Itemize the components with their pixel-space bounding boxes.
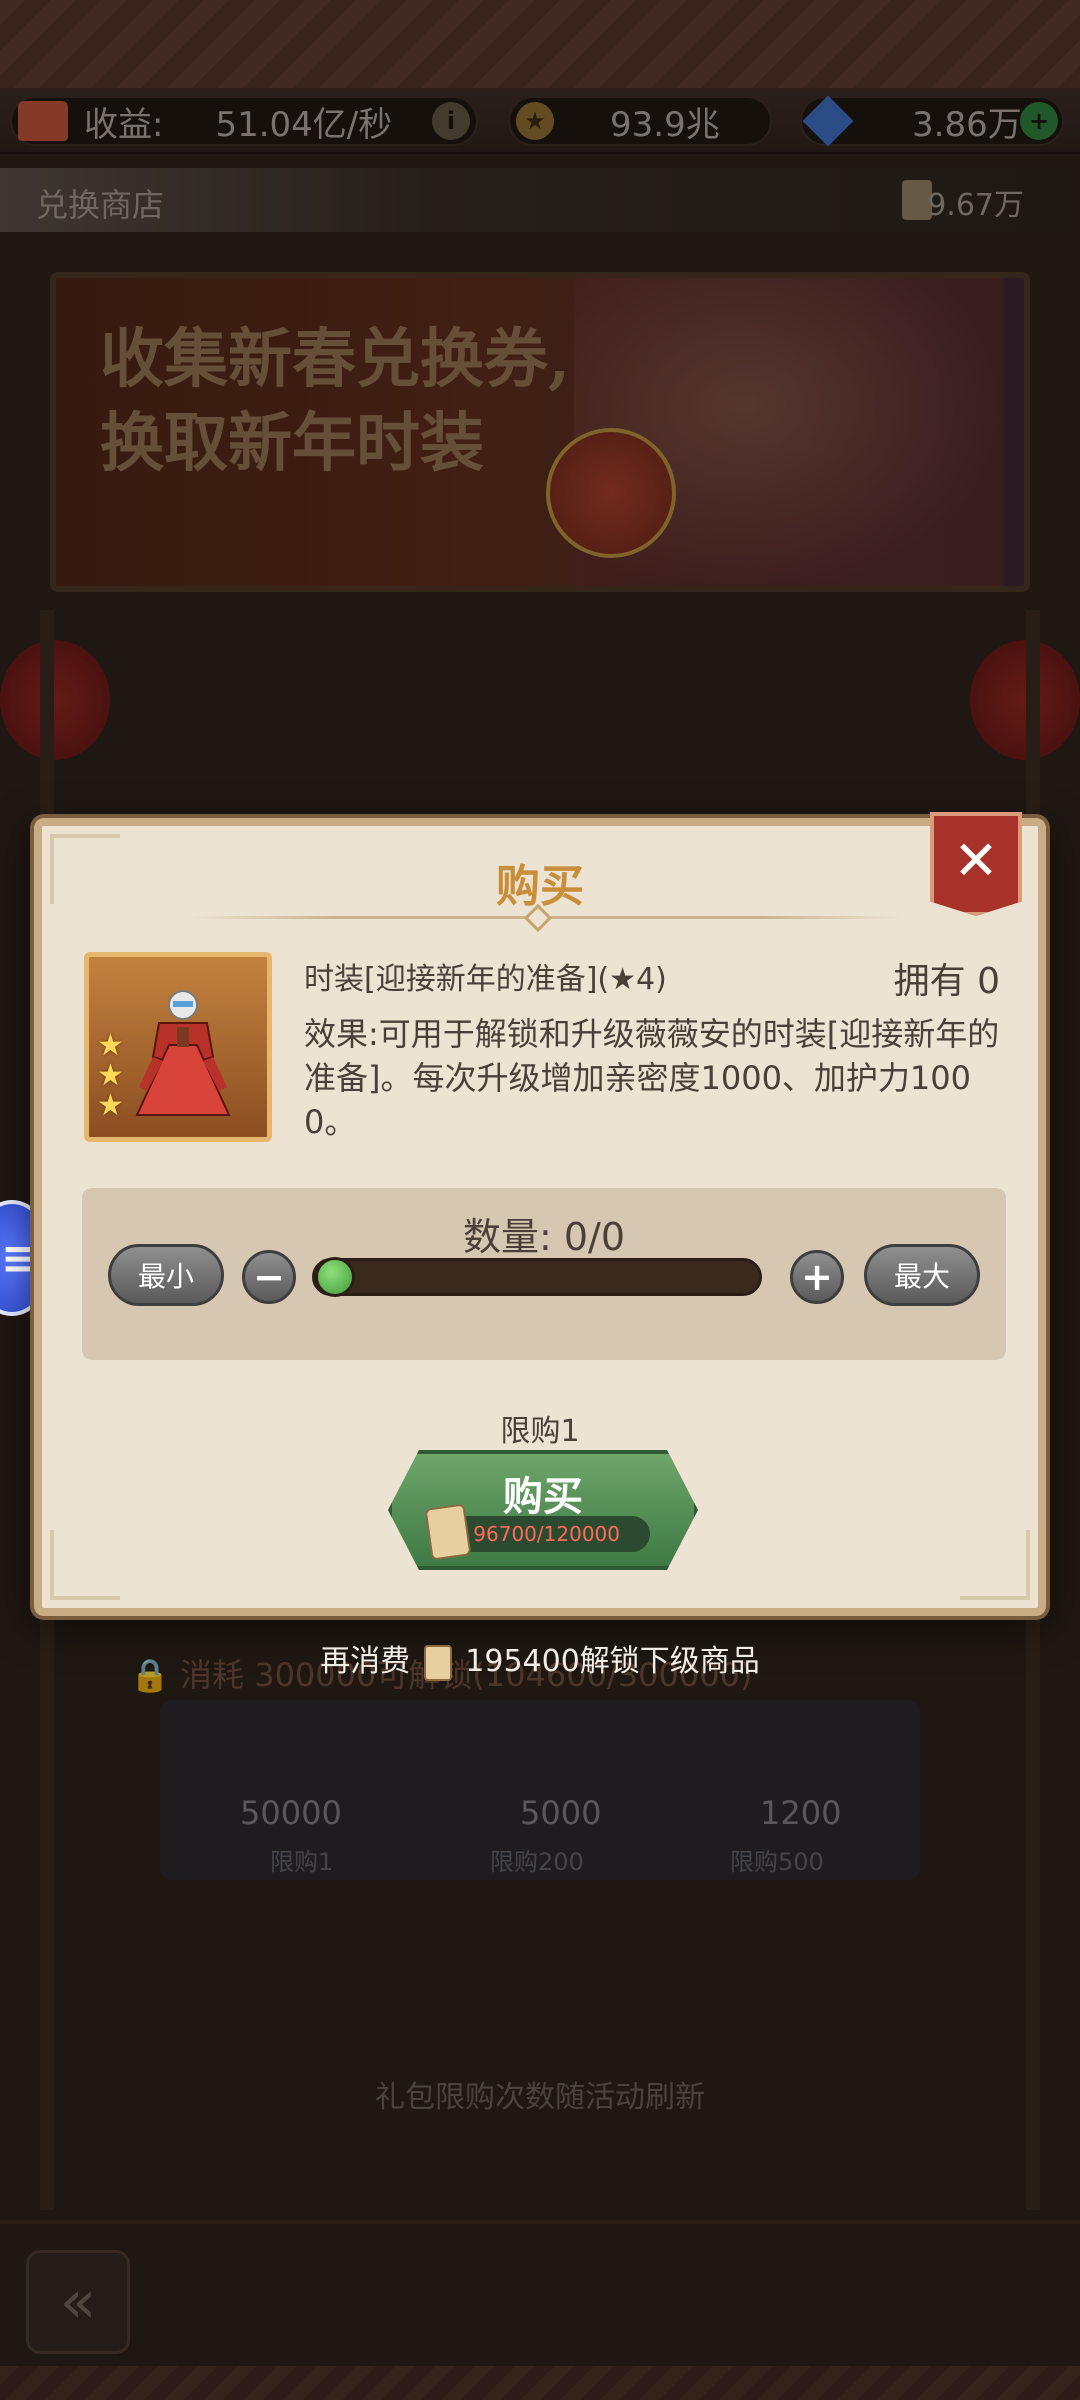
- ticket-icon: [424, 1503, 472, 1561]
- ticket-icon: [423, 1644, 452, 1681]
- item-description: 效果:可用于解锁和升级薇薇安的时装[迎接新年的准备]。每次升级增加亲密度1000…: [304, 1015, 1000, 1141]
- star-icon: ★: [97, 1088, 124, 1123]
- item-icon-frame: ★ ★ ★: [84, 952, 272, 1142]
- unlock-prefix: 再消费: [320, 1644, 411, 1679]
- side-menu-icon: ≡: [1, 1232, 38, 1284]
- corner-ornament: [50, 1530, 120, 1600]
- cost-amount: 96700/120000: [450, 1516, 650, 1552]
- close-icon: ✕: [953, 828, 999, 892]
- plus-button[interactable]: +: [790, 1250, 844, 1304]
- plus-icon: +: [801, 1255, 833, 1299]
- purchase-limit: 限购1: [500, 1414, 580, 1449]
- minus-button[interactable]: −: [242, 1250, 296, 1304]
- dialog-title: 购买: [496, 861, 584, 912]
- star-icon: ★: [97, 1058, 124, 1093]
- max-button[interactable]: 最大: [864, 1244, 980, 1306]
- unlock-hint: 再消费 195400解锁下级商品: [0, 1636, 1080, 1681]
- close-button[interactable]: ✕: [930, 812, 1022, 916]
- star-icon: ★: [97, 1028, 124, 1063]
- buy-button[interactable]: 购买 96700/120000: [388, 1450, 698, 1570]
- purchase-dialog: 购买 ✕ ★ ★ ★ 时装[迎接新年的准备](★4) 拥有 0 效果:可用于解锁和升…: [34, 812, 1046, 1616]
- star-rating: ★ ★ ★: [97, 1031, 124, 1121]
- min-button[interactable]: 最小: [108, 1244, 224, 1306]
- dress-icon: [135, 990, 231, 1116]
- corner-ornament: [960, 1530, 1030, 1600]
- quantity-slider[interactable]: [312, 1257, 762, 1297]
- minus-icon: −: [253, 1255, 285, 1299]
- quantity-label: 数量: 0/0: [462, 1215, 626, 1259]
- item-name: 时装[迎接新年的准备](★4): [304, 962, 667, 997]
- owned-count: 拥有 0: [893, 961, 1000, 1002]
- quantity-panel: 数量: 0/0 最小 − + 最大: [82, 1188, 1006, 1360]
- unlock-suffix: 195400解锁下级商品: [465, 1644, 760, 1679]
- slider-knob[interactable]: [315, 1257, 355, 1297]
